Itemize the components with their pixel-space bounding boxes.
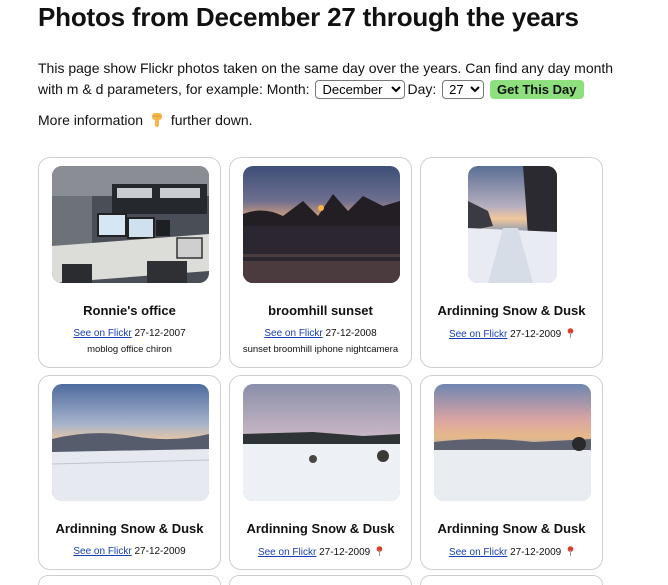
photo-card: Ardinning Snow & Dusk See on Flickr 27-1… <box>229 375 412 570</box>
photo-card: Ronnie's office See on Flickr 27-12-2007… <box>38 157 221 368</box>
card-meta: See on Flickr 27-12-2009 <box>421 546 602 558</box>
get-this-day-button[interactable]: Get This Day <box>490 79 584 99</box>
more-info-text: More information <box>38 112 144 128</box>
see-on-flickr-link[interactable]: See on Flickr <box>449 547 507 558</box>
intro-paragraph: This page show Flickr photos taken on th… <box>38 58 638 100</box>
month-select[interactable]: December <box>315 79 406 99</box>
photo-card: broomhill sunset See on Flickr 27-12-200… <box>229 157 412 368</box>
card-meta: See on Flickr 27-12-2008 <box>230 328 411 339</box>
page: Photos from December 27 through the year… <box>0 0 668 585</box>
card-date: 27-12-2009 <box>510 329 562 340</box>
card-date: 27-12-2009 <box>319 547 371 558</box>
card-date: 27-12-2008 <box>325 328 377 339</box>
location-pin-icon <box>567 546 574 556</box>
page-title: Photos from December 27 through the year… <box>38 2 579 32</box>
see-on-flickr-link[interactable]: See on Flickr <box>73 546 131 557</box>
see-on-flickr-link[interactable]: See on Flickr <box>449 329 507 340</box>
card-title: broomhill sunset <box>268 303 373 318</box>
card-date: 27-12-2009 <box>134 546 186 557</box>
photo-card: Ardinning Snow & Dusk See on Flickr 27-1… <box>420 157 603 368</box>
card-tags: sunset broomhill iphone nightcamera <box>242 344 399 355</box>
photo-card-partial <box>38 575 221 585</box>
day-select[interactable]: 27 <box>442 79 485 99</box>
photo-thumbnail[interactable] <box>52 384 209 501</box>
photo-thumbnail[interactable] <box>468 166 557 283</box>
intro-line-2: with m & d parameters, for example: Mont… <box>38 79 638 100</box>
photo-card-partial <box>229 575 412 585</box>
card-meta: See on Flickr 27-12-2009 <box>230 546 411 558</box>
see-on-flickr-link[interactable]: See on Flickr <box>258 547 316 558</box>
location-pin-icon <box>376 546 383 556</box>
photo-thumbnail[interactable] <box>243 384 400 501</box>
card-date: 27-12-2007 <box>134 328 186 339</box>
photo-card: Ardinning Snow & Dusk See on Flickr 27-1… <box>420 375 603 570</box>
photo-thumbnail[interactable] <box>52 166 209 283</box>
card-meta: See on Flickr 27-12-2009 <box>421 328 602 340</box>
card-title: Ardinning Snow & Dusk <box>437 303 586 318</box>
card-meta: See on Flickr 27-12-2007 <box>39 328 220 339</box>
card-title: Ronnie's office <box>83 303 176 318</box>
photo-thumbnail[interactable] <box>243 166 400 283</box>
card-title: Ardinning Snow & Dusk <box>55 521 204 536</box>
location-pin-icon <box>567 328 574 338</box>
intro-line-1: This page show Flickr photos taken on th… <box>38 60 614 76</box>
card-title: Ardinning Snow & Dusk <box>437 521 586 536</box>
see-on-flickr-link[interactable]: See on Flickr <box>264 328 322 339</box>
photo-card: Ardinning Snow & Dusk See on Flickr 27-1… <box>38 375 221 570</box>
card-date: 27-12-2009 <box>510 547 562 558</box>
more-info-line: More information further down. <box>38 112 253 128</box>
day-label: Day: <box>407 81 437 97</box>
pointing-down-hand-icon <box>151 113 162 127</box>
photo-card-partial <box>420 575 603 585</box>
photo-thumbnail[interactable] <box>434 384 591 501</box>
see-on-flickr-link[interactable]: See on Flickr <box>73 328 131 339</box>
intro-line-2-text: with m & d parameters, for example: Mont… <box>38 81 310 97</box>
card-tags: moblog office chiron <box>87 344 172 355</box>
more-info-suffix: further down. <box>170 112 253 128</box>
card-title: Ardinning Snow & Dusk <box>246 521 395 536</box>
card-meta: See on Flickr 27-12-2009 <box>39 546 220 557</box>
